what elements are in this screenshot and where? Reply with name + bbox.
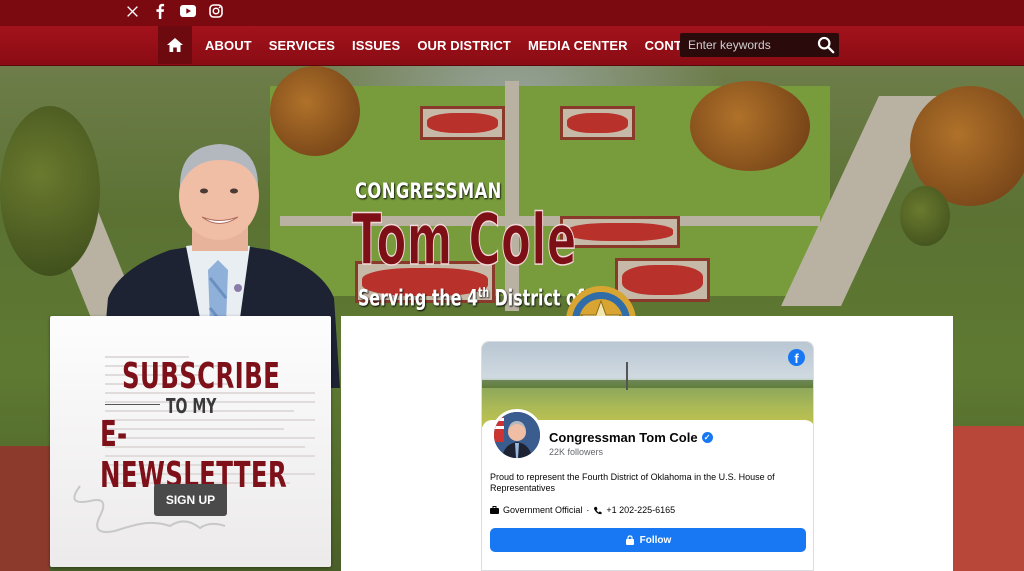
cover-pole (626, 362, 628, 390)
tree (900, 186, 950, 246)
newsletter-title-subscribe: SUBSCRIBE (122, 356, 281, 397)
home-button[interactable] (158, 26, 192, 64)
flower-bed-left (0, 446, 50, 571)
hero-subtitle-prefix: Serving the 4 (358, 286, 478, 312)
instagram-icon[interactable] (208, 2, 224, 20)
facebook-follow-button[interactable]: Follow (490, 528, 806, 552)
facebook-phone[interactable]: +1 202-225-6165 (606, 505, 675, 515)
flower-bed (560, 216, 680, 248)
meta-separator: · (586, 505, 590, 515)
nav-menu: ABOUT SERVICES ISSUES OUR DISTRICT MEDIA… (205, 26, 725, 64)
nav-item-issues[interactable]: ISSUES (352, 38, 400, 53)
nav-item-media-center[interactable]: MEDIA CENTER (528, 38, 628, 53)
home-icon (167, 38, 183, 52)
flower-bed (420, 106, 505, 140)
newsletter-card[interactable]: SUBSCRIBE TO MY E-NEWSLETTER SIGN UP (50, 316, 331, 567)
social-feed-panel: f Congressman Tom Cole ✓ 22K followers P… (341, 316, 953, 571)
follow-label[interactable]: Follow (640, 535, 672, 546)
facebook-page-widget: f Congressman Tom Cole ✓ 22K followers P… (481, 341, 814, 571)
follow-icon (625, 535, 634, 545)
x-icon[interactable] (124, 2, 140, 20)
phone-icon (594, 506, 602, 514)
facebook-category: Government Official (503, 505, 583, 515)
divider (105, 404, 160, 405)
nav-item-about[interactable]: ABOUT (205, 38, 252, 53)
signup-button[interactable]: SIGN UP (154, 484, 227, 516)
social-links (124, 2, 224, 20)
verified-badge-icon: ✓ (701, 432, 713, 443)
main-nav: ABOUT SERVICES ISSUES OUR DISTRICT MEDIA… (0, 26, 1024, 66)
avatar-image (494, 412, 540, 458)
facebook-page-name[interactable]: Congressman Tom Cole ✓ (549, 430, 713, 445)
facebook-followers: 22K followers (549, 447, 604, 457)
search-input[interactable] (680, 33, 812, 57)
facebook-meta: Government Official · +1 202-225-6165 (490, 505, 675, 515)
nav-item-our-district[interactable]: OUR DISTRICT (417, 38, 511, 53)
youtube-icon[interactable] (180, 2, 196, 20)
search-box (680, 33, 839, 57)
nav-item-services[interactable]: SERVICES (269, 38, 335, 53)
tree (690, 81, 810, 171)
briefcase-icon (490, 506, 499, 514)
facebook-logo-icon[interactable]: f (788, 349, 805, 366)
cover-treeline (482, 380, 813, 388)
facebook-avatar[interactable] (491, 409, 543, 461)
facebook-about: Proud to represent the Fourth District o… (490, 472, 775, 493)
flower-bed (560, 106, 635, 140)
hero-name: Tom Cole (352, 198, 577, 282)
tree (0, 106, 100, 276)
facebook-icon[interactable] (152, 2, 168, 20)
hero-subtitle: Serving the 4th District of (358, 286, 584, 311)
search-icon[interactable] (817, 36, 835, 54)
social-bar (0, 0, 1024, 26)
hero-subtitle-sup: th (477, 286, 490, 301)
facebook-page-name-text[interactable]: Congressman Tom Cole (549, 430, 698, 445)
